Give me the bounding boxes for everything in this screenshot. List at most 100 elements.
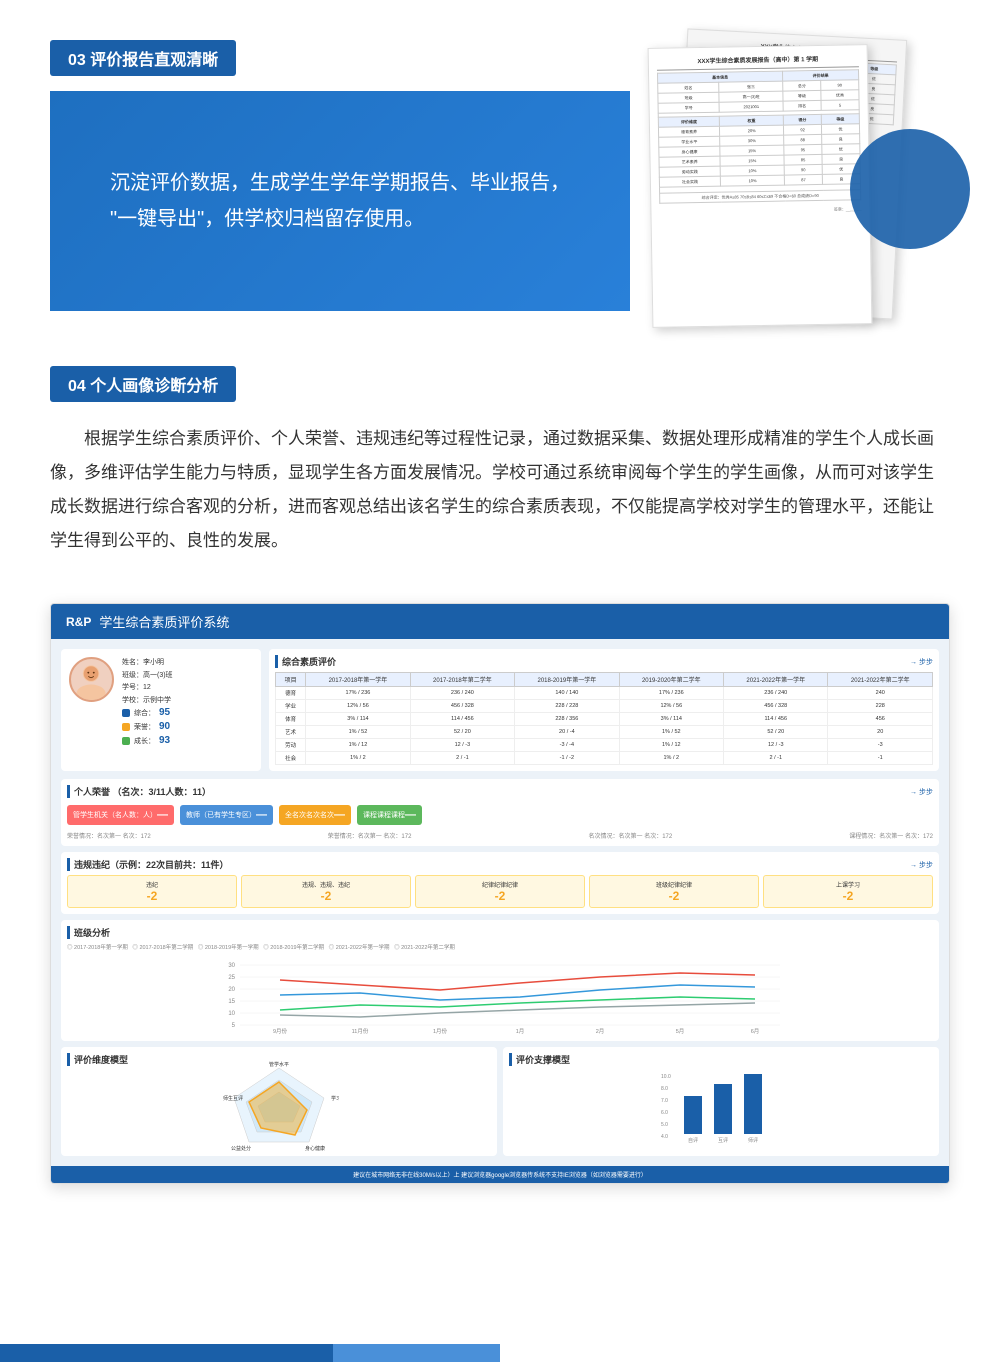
- eval-row: 体育 3% / 114 114 / 456 228 / 356 3% / 114…: [276, 713, 933, 726]
- section-03-content: 沉淀评价数据，生成学生学年学期报告、毕业报告， "一键导出"，供学校归档留存使用…: [50, 76, 950, 326]
- radar-title: 评价维度模型: [67, 1053, 128, 1066]
- dashboard-title: 学生综合素质评价系统: [99, 612, 229, 631]
- svg-text:身心健康: 身心健康: [305, 1145, 325, 1152]
- bottom-bar-light-blue: [333, 1344, 500, 1362]
- score-dot-3: [122, 737, 130, 745]
- svg-text:10: 10: [228, 1011, 235, 1017]
- dashboard-container: R&P 学生综合素质评价系统: [50, 603, 950, 1184]
- svg-text:5: 5: [232, 1023, 236, 1029]
- dashboard-logo: R&P: [66, 615, 91, 629]
- svg-text:学习能力: 学习能力: [331, 1095, 339, 1102]
- bottom-decoration: [0, 1344, 1000, 1362]
- dashboard-footer: 建议在城市网络无非在线30M/s以上）上 建议浏览器google浏览器传系统不支…: [51, 1166, 949, 1183]
- bar-model-card: 评价支撑模型 10.0 8.0 7.0 6.0 5.0 4.0: [503, 1047, 939, 1156]
- section-04: 04 个人画像诊断分析 根据学生综合素质评价、个人荣誉、违规违纪等过程性记录，通…: [0, 326, 1000, 578]
- report-front-table: 基本信息评价结果 姓名张三总分90 班级高一(3)班等级优秀 学号2021001…: [657, 69, 861, 204]
- eval-row: 德育 17% / 236 236 / 240 140 / 140 17% / 2…: [276, 687, 933, 700]
- ach-item-4: 课程课程课程 —: [357, 805, 422, 825]
- score-badges: 综合： 95 荣誉： 90 成长： 93: [122, 707, 173, 746]
- report-image-container: XXX学生综合素质发展报告 评价项目权重得分等级 德育素养20%92优 学业水平…: [610, 76, 950, 326]
- vio-title: 违规违纪（示例：22次目前共：11件）: [67, 858, 229, 871]
- eval-row: 艺术 1% / 52 52 / 20 20 / -4 1% / 52 52 / …: [276, 726, 933, 739]
- svg-text:30: 30: [228, 963, 235, 969]
- svg-text:2月: 2月: [596, 1028, 605, 1035]
- svg-text:4.0: 4.0: [661, 1134, 668, 1140]
- bar-title: 评价支撑模型: [509, 1053, 570, 1066]
- score-badge-3: 成长： 93: [122, 735, 173, 746]
- chart-legend: ◎ 2017-2018年第一学期 ◎ 2017-2018年第二学期 ◎ 2018…: [67, 943, 933, 951]
- vio-link[interactable]: → 步步: [910, 860, 933, 870]
- ach-item-3: 全名次名次名次 —: [279, 805, 351, 825]
- model-row: 评价维度模型 管学水平 学习能力 身心健康 公益处分: [61, 1047, 939, 1156]
- svg-text:管学水平: 管学水平: [269, 1061, 289, 1068]
- violation-row: 违规违纪（示例：22次目前共：11件） → 步步 违纪 -2 违规、违规、违纪 …: [61, 852, 939, 914]
- eval-row: 劳动 1% / 12 12 / -3 -3 / -4 1% / 12 12 / …: [276, 739, 933, 752]
- profile-row: 姓名：李小明 班级：高一(3)班 学号：12 学校：示例中学 综合： 95: [61, 649, 939, 771]
- achievement-card: 个人荣誉 （名次：3/11人数：11） → 步步 管学生机关（名人数：人） — …: [61, 779, 939, 846]
- profile-card: 姓名：李小明 班级：高一(3)班 学号：12 学校：示例中学 综合： 95: [61, 649, 261, 771]
- chart-row: 班级分析 ◎ 2017-2018年第一学期 ◎ 2017-2018年第二学期 ◎…: [61, 920, 939, 1041]
- ach-item-1: 管学生机关（名人数：人） —: [67, 805, 174, 825]
- svg-text:1月: 1月: [516, 1028, 525, 1035]
- ach-sub-info: 荣誉情况：名次第一 名次：172 荣誉情况：名次第一 名次：172 名次情况：名…: [67, 831, 933, 840]
- avatar: [69, 657, 114, 702]
- svg-text:20: 20: [228, 987, 235, 993]
- line-chart-svg: 30 25 20 15 10 5 9月份 11月份 1月份 1月 2月 5月 6…: [67, 955, 933, 1035]
- vio-title-row: 违规违纪（示例：22次目前共：11件） → 步步: [67, 858, 933, 871]
- svg-text:7.0: 7.0: [661, 1098, 668, 1104]
- svg-text:6月: 6月: [751, 1028, 760, 1035]
- blue-description-block: 沉淀评价数据，生成学生学年学期报告、毕业报告， "一键导出"，供学校归档留存使用…: [50, 91, 630, 311]
- vio-item-2: 违规、违规、违纪 -2: [241, 875, 411, 908]
- ach-link[interactable]: → 步步: [910, 787, 933, 797]
- line-chart-area: 30 25 20 15 10 5 9月份 11月份 1月份 1月 2月 5月 6…: [67, 955, 933, 1035]
- score-badge-1: 综合： 95: [122, 707, 173, 718]
- svg-text:自评: 自评: [688, 1137, 698, 1144]
- comp-eval-link[interactable]: → 步步: [910, 657, 933, 667]
- svg-text:公益处分: 公益处分: [231, 1145, 251, 1152]
- profile-school: 学校：示例中学: [122, 695, 173, 708]
- svg-text:6.0: 6.0: [661, 1110, 668, 1116]
- vio-item-3: 纪律纪律纪律 -2: [415, 875, 585, 908]
- section-03: 03 评价报告直观清晰 沉淀评价数据，生成学生学年学期报告、毕业报告， "一键导…: [0, 0, 1000, 326]
- svg-text:10.0: 10.0: [661, 1074, 671, 1080]
- eval-mini-table: 项目 2017-2018年第一学年 2017-2018年第二学年 2018-20…: [275, 672, 933, 765]
- bar-chart-area: 10.0 8.0 7.0 6.0 5.0 4.0 自评 互评 师评: [509, 1070, 933, 1150]
- comp-eval-title: 综合素质评价: [275, 655, 336, 668]
- vio-items: 违纪 -2 违规、违规、违纪 -2 纪律纪律纪律 -2 班级纪律纪律 -2: [67, 875, 933, 908]
- description-line2: "一键导出"，供学校归档留存使用。: [110, 201, 570, 237]
- svg-text:5.0: 5.0: [661, 1122, 668, 1128]
- svg-text:8.0: 8.0: [661, 1086, 668, 1092]
- svg-text:师生互评: 师生互评: [223, 1095, 243, 1102]
- radar-model-card: 评价维度模型 管学水平 学习能力 身心健康 公益处分: [61, 1047, 497, 1156]
- chart-title-row: 班级分析: [67, 926, 933, 939]
- dashboard-header: R&P 学生综合素质评价系统: [51, 604, 949, 639]
- svg-text:5月: 5月: [676, 1028, 685, 1035]
- ach-title-row: 个人荣誉 （名次：3/11人数：11） → 步步: [67, 785, 933, 798]
- ach-items-row: 管学生机关（名人数：人） — 教师（已有学生专区） — 全名次名次名次 — 课程…: [67, 802, 933, 828]
- vio-item-1: 违纪 -2: [67, 875, 237, 908]
- svg-text:25: 25: [228, 975, 235, 981]
- profile-class: 班级：高一(3)班: [122, 670, 173, 683]
- description-line1: 沉淀评价数据，生成学生学年学期报告、毕业报告，: [110, 165, 570, 201]
- achievement-row: 个人荣誉 （名次：3/11人数：11） → 步步 管学生机关（名人数：人） — …: [61, 779, 939, 846]
- decorative-blue-circle: [850, 129, 970, 249]
- violation-card: 违规违纪（示例：22次目前共：11件） → 步步 违纪 -2 违规、违规、违纪 …: [61, 852, 939, 914]
- report-page-front: XXX学生综合素质发展报告（高中）第 1 学期 基本信息评价结果 姓名张三总分9…: [648, 44, 873, 328]
- avatar-svg: [71, 657, 112, 702]
- svg-text:9月份: 9月份: [273, 1027, 288, 1035]
- bottom-bar-blue: [0, 1344, 333, 1362]
- section-04-paragraph: 根据学生综合素质评价、个人荣誉、违规违纪等过程性记录，通过数据采集、数据处理形成…: [50, 422, 950, 558]
- chart-title: 班级分析: [67, 926, 110, 939]
- score-badge-2: 荣誉： 90: [122, 721, 173, 732]
- svg-text:1月份: 1月份: [433, 1027, 448, 1035]
- comp-eval-card: 综合素质评价 → 步步 项目 2017-2018年第一学年 2017-2018年…: [269, 649, 939, 771]
- section-04-header: 04 个人画像诊断分析: [50, 366, 236, 402]
- report-front-title: XXX学生综合素质发展报告（高中）第 1 学期: [657, 53, 859, 66]
- profile-info: 姓名：李小明 班级：高一(3)班 学号：12 学校：示例中学: [122, 657, 173, 707]
- vio-item-5: 上课学习 -2: [763, 875, 933, 908]
- radar-area: 管学水平 学习能力 身心健康 公益处分 师生互评: [67, 1070, 491, 1150]
- comp-eval-title-row: 综合素质评价 → 步步: [275, 655, 933, 668]
- profile-id: 学号：12: [122, 682, 173, 695]
- ach-title: 个人荣誉 （名次：3/11人数：11）: [67, 785, 211, 798]
- svg-text:15: 15: [228, 999, 235, 1005]
